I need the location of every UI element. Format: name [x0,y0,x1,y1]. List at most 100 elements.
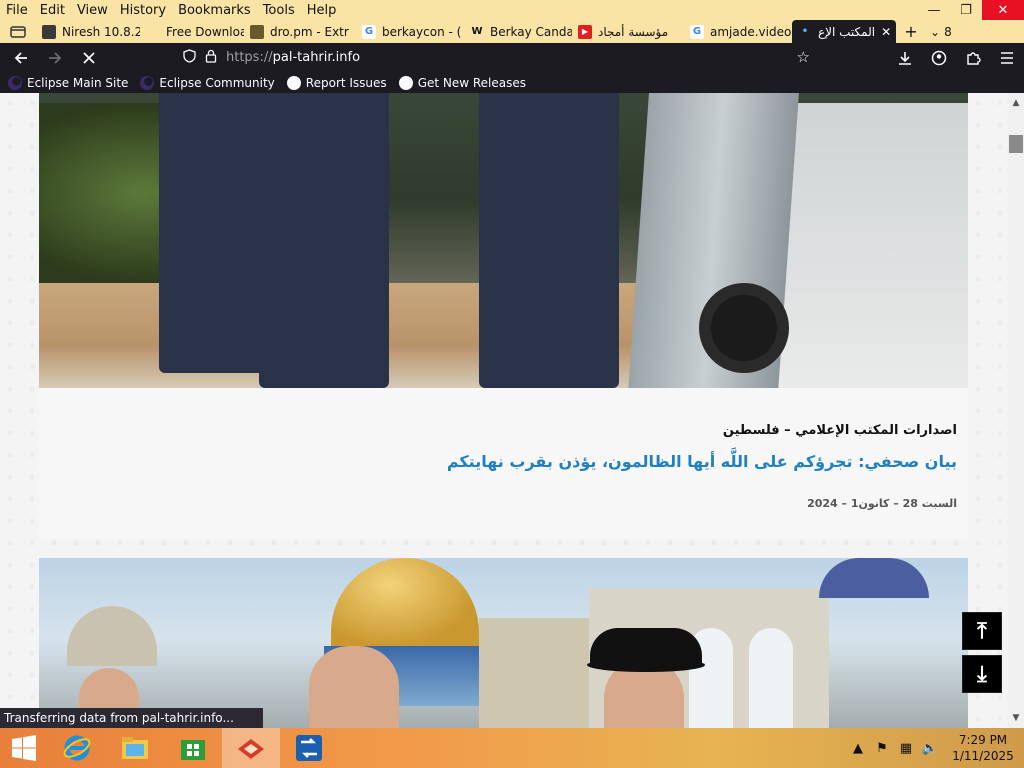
bookmark-eclipse-main-site[interactable]: Eclipse Main Site [8,75,129,90]
scrollbar-thumb[interactable] [1009,135,1023,153]
bookmark-eclipse-community[interactable]: Eclipse Community [140,75,275,90]
url-text[interactable]: https://pal-tahrir.info [226,50,360,65]
tab-dro-pm[interactable]: dro.pm - Extr [244,20,356,43]
tab-amjad-foundation[interactable]: ▶ مؤسسة أمجاد [572,20,684,43]
arrow-down-to-bottom-icon: ⤓ [977,661,987,687]
photo-figure [479,93,619,388]
scroll-to-bottom-button[interactable]: ⤓ [962,655,1002,693]
photo-figure [259,93,389,388]
firefox-view-icon [10,25,26,38]
tab-close-icon[interactable]: ✕ [881,25,891,39]
tab-favicon-icon [42,24,56,39]
menu-edit[interactable]: Edit [34,3,71,18]
minimize-button[interactable]: — [918,0,950,20]
photo-dome [67,606,157,666]
bookmark-star-icon[interactable]: ☆ [797,48,810,66]
bookmarks-toolbar: Eclipse Main Site Eclipse Community Repo… [0,72,1024,93]
tab-favicon-icon [250,24,264,39]
article-card[interactable] [39,558,968,728]
tab-free-download[interactable]: Free Downloa [140,20,244,43]
menu-bar: File Edit View History Bookmarks Tools H… [0,0,1024,20]
article-category[interactable]: اصدارات المكتب الإعلامي – فلسطين [723,423,957,438]
taskbar-clock[interactable]: 7:29 PM 1/11/2025 [942,732,1024,764]
tab-berkaycon[interactable]: G berkaycon - ( [356,20,464,43]
bookmark-get-new-releases[interactable]: Get New Releases [398,75,527,90]
menu-history[interactable]: History [114,3,172,18]
photo-blue-dome [819,558,929,598]
tab-amjade-video[interactable]: G amjade.video [684,20,792,43]
network-icon[interactable]: ▦ [894,741,918,756]
taskbar-internet-explorer[interactable] [48,728,106,768]
navigation-bar: https://pal-tahrir.info ☆ [0,43,1024,72]
taskbar-file-explorer[interactable] [106,728,164,768]
action-center-flag-icon[interactable]: ⚑ [870,741,894,756]
window-controls: — ❐ ✕ [918,0,1024,20]
vertical-scrollbar[interactable]: ▲ ▼ [1008,93,1024,728]
scroll-up-arrow-icon[interactable]: ▲ [1008,95,1024,111]
scroll-down-arrow-icon[interactable]: ▼ [1008,710,1024,726]
internet-explorer-icon [63,735,91,761]
tray-expand-icon[interactable]: ▲ [846,741,870,756]
start-button[interactable] [0,728,48,768]
windows-logo-icon [12,735,36,761]
tab-active-media-office[interactable]: • المكتب الإع ✕ [792,20,896,43]
github-icon [398,75,413,90]
firefox-view-button[interactable] [0,20,36,43]
loading-dot-icon: • [801,26,809,37]
stop-loading-button[interactable] [72,43,106,72]
article-body: اصدارات المكتب الإعلامي – فلسطين بيان صح… [39,388,968,539]
tab-favicon-icon [146,25,160,39]
close-x-icon [83,51,95,64]
browser-app-icon [238,739,264,759]
account-button[interactable] [922,43,956,72]
tab-strip: Niresh 10.8.2 Free Downloa dro.pm - Extr… [0,20,1024,43]
github-icon [286,75,301,90]
article-card[interactable]: اصدارات المكتب الإعلامي – فلسطين بيان صح… [39,93,968,539]
arrow-up-to-top-icon: ⤒ [977,618,987,644]
article-photo[interactable] [39,93,968,388]
google-icon: G [690,24,704,39]
wikipedia-icon: W [471,26,483,37]
store-icon [181,740,205,760]
tracking-shield-icon[interactable] [178,48,200,67]
chevron-down-icon: ⌄ [930,24,941,39]
taskbar-store[interactable] [164,728,222,768]
app-menu-button[interactable] [990,43,1024,72]
youtube-icon: ▶ [578,24,592,39]
tab-niresh[interactable]: Niresh 10.8.2 [36,20,140,43]
bookmark-label: Get New Releases [417,75,527,90]
volume-icon[interactable]: 🔈 [918,741,942,756]
forward-arrow-icon [49,51,62,64]
tab-berkay-canda[interactable]: W Berkay Canda [464,20,572,43]
list-all-tabs-button[interactable]: ⌄ 8 [926,25,956,39]
article-headline[interactable]: بيان صحفي: تجرؤكم على اللَّه أيها الظالم… [447,452,957,471]
close-window-button[interactable]: ✕ [982,0,1024,20]
system-tray: ▲ ⚑ ▦ 🔈 7:29 PM 1/11/2025 [846,728,1024,768]
eclipse-icon [8,75,22,90]
menu-tools[interactable]: Tools [257,3,301,18]
forward-button[interactable] [38,43,72,72]
menu-view[interactable]: View [71,3,114,18]
bookmark-label: Eclipse Main Site [27,75,129,90]
file-transfer-icon [296,735,322,761]
address-bar[interactable]: https://pal-tahrir.info ☆ [178,46,818,69]
downloads-button[interactable] [888,43,922,72]
tab-count: 8 [944,24,952,39]
photo-wheel [699,283,789,373]
lock-icon[interactable] [200,49,222,67]
restore-button[interactable]: ❐ [950,0,982,20]
menu-help[interactable]: Help [301,3,343,18]
puzzle-icon [967,51,981,65]
article-photo[interactable] [39,558,968,728]
bookmark-report-issues[interactable]: Report Issues [286,75,387,90]
page-content[interactable]: اصدارات المكتب الإعلامي – فلسطين بيان صح… [0,93,1008,728]
back-button[interactable] [4,43,38,72]
clock-time: 7:29 PM [958,733,1008,747]
taskbar-transfer-app[interactable] [280,728,338,768]
taskbar-browser-app[interactable] [222,728,280,768]
menu-bookmarks[interactable]: Bookmarks [172,3,257,18]
new-tab-button[interactable]: + [896,20,926,43]
menu-file[interactable]: File [0,3,34,18]
scroll-to-top-button[interactable]: ⤒ [962,612,1002,650]
extensions-button[interactable] [956,43,990,72]
